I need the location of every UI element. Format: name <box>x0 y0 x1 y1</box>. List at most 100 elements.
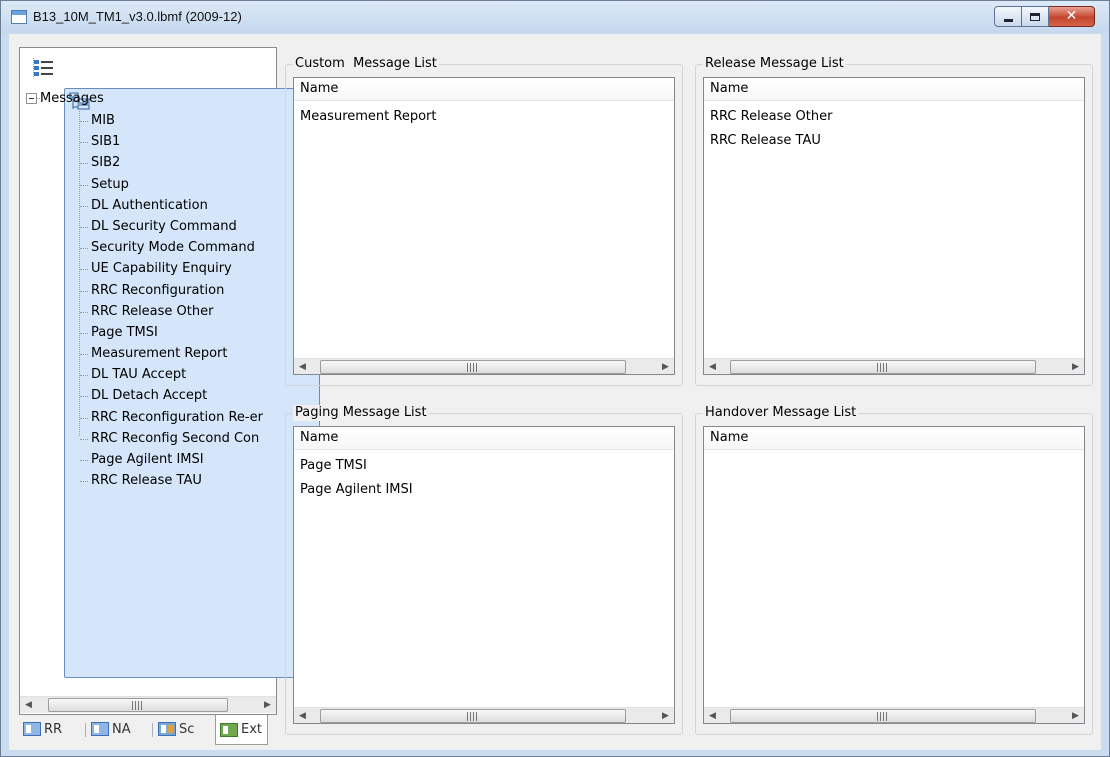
tab-label: Ext <box>241 722 263 737</box>
group-title: Paging Message List <box>293 405 429 421</box>
tab-sc[interactable]: Sc <box>158 715 194 743</box>
scroll-right-icon[interactable]: ▶ <box>259 697 276 713</box>
tree-item[interactable]: DL Security Command <box>80 216 276 237</box>
tree-item[interactable]: RRC Release TAU <box>80 470 276 491</box>
scroll-grip-icon <box>132 701 144 710</box>
scroll-grip-icon <box>877 363 889 372</box>
tree-root-label: Messages <box>40 91 104 106</box>
tree-item[interactable]: Page TMSI <box>80 322 276 343</box>
scroll-thumb[interactable] <box>320 360 626 374</box>
tab-label: Sc <box>179 721 195 737</box>
app-window: B13_10M_TM1_v3.0.lbmf (2009-12) ✕ Messag… <box>0 0 1110 757</box>
list-rows: Page TMSI Page Agilent IMSI <box>294 450 674 502</box>
tree-item[interactable]: DL Authentication <box>80 195 276 216</box>
scroll-thumb[interactable] <box>320 709 626 723</box>
view-tabs: RR NA Sc Ext <box>19 715 277 745</box>
tree-item[interactable]: DL Detach Accept <box>80 385 276 406</box>
release-message-group: Release Message List Name RRC Release Ot… <box>695 56 1093 386</box>
tree-item[interactable]: SIB2 <box>80 152 276 173</box>
tree-item[interactable]: Page Agilent IMSI <box>80 449 276 470</box>
tree-item[interactable]: DL TAU Accept <box>80 364 276 385</box>
tree-item[interactable]: Measurement Report <box>80 343 276 364</box>
tab-label: NA <box>112 721 131 737</box>
tab-rr[interactable]: RR <box>23 715 62 743</box>
tab-na[interactable]: NA <box>91 715 131 743</box>
scroll-grip-icon <box>467 712 479 721</box>
horizontal-scrollbar[interactable]: ◀ ▶ <box>294 358 674 374</box>
custom-message-list[interactable]: Name Measurement Report ◀ ▶ <box>293 77 675 375</box>
horizontal-scrollbar[interactable]: ◀ ▶ <box>704 358 1084 374</box>
window-title: B13_10M_TM1_v3.0.lbmf (2009-12) <box>33 9 242 24</box>
title-bar[interactable]: B13_10M_TM1_v3.0.lbmf (2009-12) ✕ <box>1 1 1109 33</box>
tree-toolbar <box>20 48 320 678</box>
list-item[interactable]: Page Agilent IMSI <box>294 478 674 502</box>
na-tab-icon <box>91 722 109 736</box>
sc-tab-icon <box>158 722 176 736</box>
scroll-left-icon[interactable]: ◀ <box>20 697 37 713</box>
scroll-right-icon[interactable]: ▶ <box>657 708 674 723</box>
tree-item[interactable]: Setup <box>80 174 276 195</box>
window-controls: ✕ <box>994 6 1095 27</box>
tree-item[interactable]: RRC Reconfiguration Re-er <box>80 407 276 428</box>
scroll-grip-icon <box>467 363 479 372</box>
scroll-grip-icon <box>877 712 889 721</box>
app-window-icon <box>11 10 27 24</box>
list-item[interactable]: Page TMSI <box>294 454 674 478</box>
list-view-button[interactable] <box>28 54 58 81</box>
release-message-list[interactable]: Name RRC Release Other RRC Release TAU ◀ … <box>703 77 1085 375</box>
scroll-right-icon[interactable]: ▶ <box>1067 359 1084 374</box>
scroll-thumb[interactable] <box>48 698 228 712</box>
list-item[interactable]: RRC Release TAU <box>704 129 1084 153</box>
close-button[interactable]: ✕ <box>1049 6 1095 27</box>
minimize-icon <box>1004 19 1013 22</box>
tree-item[interactable]: UE Capability Enquiry <box>80 258 276 279</box>
list-rows: RRC Release Other RRC Release TAU <box>704 101 1084 153</box>
tab-divider <box>152 723 153 737</box>
column-header-name[interactable]: Name <box>704 78 1084 101</box>
tree-item[interactable]: Security Mode Command <box>80 237 276 258</box>
paging-message-list[interactable]: Name Page TMSI Page Agilent IMSI ◀ ▶ <box>293 426 675 724</box>
tree-item[interactable]: RRC Reconfiguration <box>80 280 276 301</box>
rr-tab-icon <box>23 722 41 736</box>
scroll-left-icon[interactable]: ◀ <box>294 359 311 374</box>
tree-item[interactable]: SIB1 <box>80 131 276 152</box>
list-view-icon <box>33 58 53 78</box>
scroll-thumb[interactable] <box>730 709 1036 723</box>
paging-message-group: Paging Message List Name Page TMSI Page A… <box>285 405 683 735</box>
scroll-thumb[interactable] <box>730 360 1036 374</box>
list-rows <box>704 450 1084 454</box>
column-header-name[interactable]: Name <box>704 427 1084 450</box>
scroll-right-icon[interactable]: ▶ <box>1067 708 1084 723</box>
ext-tab-icon <box>220 722 238 737</box>
tree-children: MIB SIB1 SIB2 Setup DL Authentication DL Secu… <box>80 110 276 491</box>
message-tree-panel: Messages MIB SIB1 SIB2 Setup DL Authenticati… <box>19 47 320 715</box>
column-header-name[interactable]: Name <box>294 427 674 450</box>
horizontal-scrollbar[interactable]: ◀ ▶ <box>704 707 1084 723</box>
minimize-button[interactable] <box>994 6 1022 27</box>
handover-message-list[interactable]: Name ◀ ▶ <box>703 426 1085 724</box>
group-title: Handover Message List <box>703 405 859 421</box>
list-item[interactable]: RRC Release Other <box>704 105 1084 129</box>
close-icon: ✕ <box>1065 8 1078 24</box>
group-title: Release Message List <box>703 56 846 72</box>
scroll-left-icon[interactable]: ◀ <box>704 708 721 723</box>
maximize-button[interactable] <box>1022 6 1049 27</box>
tab-ext[interactable]: Ext <box>215 715 269 745</box>
tree-item[interactable]: RRC Reconfig Second Con <box>80 428 276 449</box>
tab-divider <box>85 723 86 737</box>
custom-message-group: Custom Message List Name Measurement Rep… <box>285 56 683 386</box>
horizontal-scrollbar[interactable]: ◀ ▶ <box>294 707 674 723</box>
tab-label: RR <box>44 721 63 737</box>
list-item[interactable]: Measurement Report <box>294 105 674 129</box>
tree-item[interactable]: MIB <box>80 110 276 131</box>
column-header-name[interactable]: Name <box>294 78 674 101</box>
scroll-right-icon[interactable]: ▶ <box>657 359 674 374</box>
tree-item[interactable]: RRC Release Other <box>80 301 276 322</box>
handover-message-group: Handover Message List Name ◀ ▶ <box>695 405 1093 735</box>
client-area: Messages MIB SIB1 SIB2 Setup DL Authenticati… <box>9 34 1101 750</box>
maximize-icon <box>1030 13 1040 21</box>
tree-horizontal-scrollbar[interactable]: ◀ ▶ <box>20 696 276 713</box>
scroll-left-icon[interactable]: ◀ <box>704 359 721 374</box>
collapse-icon[interactable] <box>26 93 37 104</box>
scroll-left-icon[interactable]: ◀ <box>294 708 311 723</box>
